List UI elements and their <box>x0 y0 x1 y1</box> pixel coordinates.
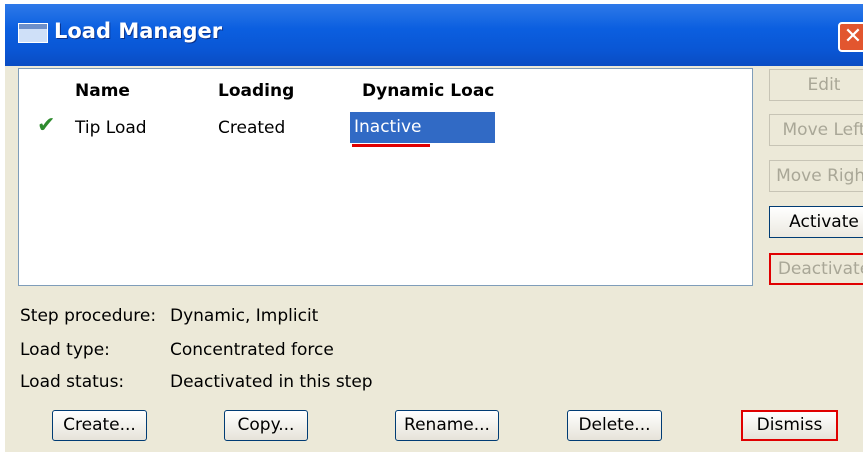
step-procedure-value: Dynamic, Implicit <box>170 306 319 326</box>
window-title: Load Manager <box>54 19 223 43</box>
deactivate-button[interactable]: Deactivate <box>769 253 863 285</box>
highlight-underline <box>352 144 430 147</box>
window-icon <box>18 23 48 43</box>
copy-button[interactable]: Copy... <box>224 410 308 441</box>
row-dynamic-load-selected[interactable]: Inactive <box>350 112 495 143</box>
step-procedure-label: Step procedure: <box>20 306 157 326</box>
load-type-label: Load type: <box>20 340 110 360</box>
load-manager-window: Load Manager ✕ Name Loading Dynamic Loac… <box>5 4 863 452</box>
load-status-value: Deactivated in this step <box>170 372 373 392</box>
dismiss-button[interactable]: Dismiss <box>741 410 838 441</box>
create-button[interactable]: Create... <box>52 410 147 441</box>
row-loading: Created <box>218 118 286 138</box>
check-icon: ✔ <box>37 113 56 138</box>
activate-button[interactable]: Activate <box>769 206 863 238</box>
rename-button[interactable]: Rename... <box>395 410 499 441</box>
close-icon[interactable]: ✕ <box>838 22 863 52</box>
column-header-name[interactable]: Name <box>75 81 130 101</box>
load-status-label: Load status: <box>20 372 125 392</box>
move-left-button[interactable]: Move Left <box>769 114 863 146</box>
move-right-button[interactable]: Move Right <box>769 160 863 192</box>
side-button-panel: Edit Move Left Move Right Activate Deact… <box>752 69 863 369</box>
delete-button[interactable]: Delete... <box>567 410 662 441</box>
column-header-loading[interactable]: Loading <box>218 81 294 101</box>
load-list[interactable]: Name Loading Dynamic Loac ✔ Tip Load Cre… <box>18 68 753 286</box>
column-header-dynamic-load[interactable]: Dynamic Loac <box>362 81 501 101</box>
load-type-value: Concentrated force <box>170 340 334 360</box>
title-bar[interactable]: Load Manager ✕ <box>5 4 863 66</box>
edit-button[interactable]: Edit <box>769 69 863 101</box>
row-name: Tip Load <box>75 118 147 138</box>
